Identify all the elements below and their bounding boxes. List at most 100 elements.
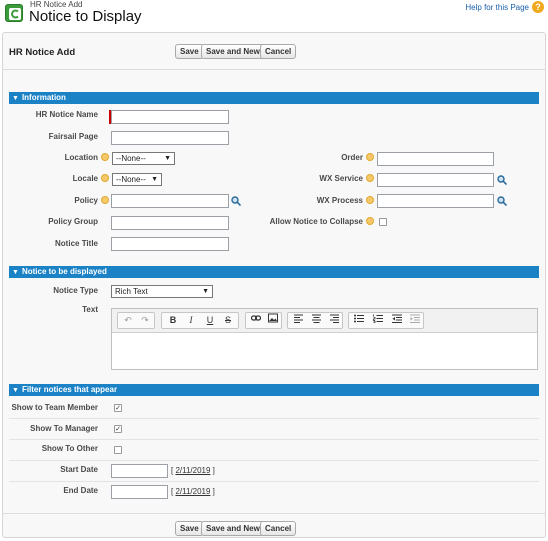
allow-collapse-label: Allow Notice to Collapse — [269, 217, 363, 226]
policy-input[interactable] — [111, 194, 229, 208]
show-other-label: Show To Other — [41, 444, 98, 453]
dropdown-arrow-icon: ▼ — [202, 288, 209, 295]
rich-text-editor[interactable]: ↶ ↷ B I U S — [111, 308, 538, 370]
help-hint-icon[interactable] — [366, 217, 374, 225]
help-link[interactable]: Help for this Page — [465, 3, 529, 12]
help-hint-icon[interactable] — [366, 196, 374, 204]
order-label: Order — [341, 153, 363, 162]
collapse-icon[interactable]: ▼ — [12, 269, 19, 276]
end-date-input[interactable] — [111, 485, 168, 499]
list-group — [348, 312, 424, 329]
align-right-icon[interactable] — [326, 313, 342, 328]
end-date-today-text[interactable]: 2/11/2019 — [175, 487, 210, 496]
cancel-button[interactable]: Cancel — [260, 521, 297, 536]
locale-value: --None-- — [116, 175, 146, 184]
allow-collapse-checkbox[interactable] — [379, 218, 387, 226]
location-label: Location — [64, 153, 98, 162]
show-team-member-label: Show to Team Member — [11, 403, 98, 412]
notice-type-label: Notice Type — [53, 286, 98, 295]
help-icon[interactable]: ? — [532, 1, 544, 13]
editor-body[interactable] — [112, 334, 537, 369]
strikethrough-icon[interactable]: S — [220, 313, 236, 328]
start-date-today-text[interactable]: 2/11/2019 — [175, 466, 210, 475]
locale-select[interactable]: --None-- ▼ — [112, 173, 162, 186]
collapse-icon[interactable]: ▼ — [12, 95, 19, 102]
fairsail-page-input[interactable] — [111, 131, 229, 145]
row-divider — [9, 439, 539, 440]
start-date-label: Start Date — [60, 465, 98, 474]
start-date-input[interactable] — [111, 464, 168, 478]
save-and-new-button[interactable]: Save and New — [201, 44, 265, 59]
section-notice-to-be-displayed[interactable]: ▼ Notice to be displayed — [9, 266, 539, 278]
edit-panel — [2, 32, 546, 538]
save-button[interactable]: Save — [175, 521, 204, 536]
cancel-button[interactable]: Cancel — [260, 44, 297, 59]
help-hint-icon[interactable] — [366, 174, 374, 182]
save-and-new-button[interactable]: Save and New — [201, 521, 265, 536]
notice-type-select[interactable]: Rich Text ▼ — [111, 285, 213, 298]
bulleted-list-icon[interactable] — [351, 313, 367, 328]
help-hint-icon[interactable] — [101, 153, 109, 161]
collapse-icon[interactable]: ▼ — [12, 387, 19, 394]
outdent-icon[interactable] — [389, 313, 405, 328]
redo-icon[interactable]: ↷ — [137, 313, 153, 328]
lookup-icon[interactable] — [497, 196, 507, 206]
panel-divider — [2, 513, 546, 514]
wx-process-label: WX Process — [316, 196, 363, 205]
editor-toolbar: ↶ ↷ B I U S — [112, 309, 537, 333]
insert-group — [245, 312, 282, 329]
help-hint-icon[interactable] — [366, 153, 374, 161]
end-date-today-link[interactable]: [ 2/11/2019 ] — [171, 487, 215, 496]
hr-notice-name-label: HR Notice Name — [35, 110, 98, 119]
help-hint-icon[interactable] — [101, 196, 109, 204]
underline-icon[interactable]: U — [202, 313, 218, 328]
section-title: Information — [21, 93, 66, 102]
notice-type-value: Rich Text — [115, 287, 148, 296]
section-filter-notices[interactable]: ▼ Filter notices that appear — [9, 384, 539, 396]
text-label: Text — [82, 305, 98, 314]
italic-icon[interactable]: I — [183, 313, 199, 328]
undo-icon[interactable]: ↶ — [120, 313, 136, 328]
location-select[interactable]: --None-- ▼ — [112, 152, 175, 165]
hr-notice-name-input[interactable] — [111, 110, 229, 124]
lookup-icon[interactable] — [497, 175, 507, 185]
lookup-icon[interactable] — [231, 196, 241, 206]
align-center-icon[interactable] — [308, 313, 324, 328]
row-divider — [9, 481, 539, 482]
fairsail-page-label: Fairsail Page — [48, 132, 98, 141]
save-button[interactable]: Save — [175, 44, 204, 59]
start-date-today-link[interactable]: [ 2/11/2019 ] — [171, 466, 215, 475]
wx-service-input[interactable] — [377, 173, 494, 187]
help-hint-icon[interactable] — [101, 174, 109, 182]
policy-group-input[interactable] — [111, 216, 229, 230]
end-date-label: End Date — [63, 486, 98, 495]
indent-icon[interactable] — [407, 313, 423, 328]
history-group: ↶ ↷ — [117, 312, 155, 329]
section-title: Notice to be displayed — [21, 267, 107, 276]
locale-label: Locale — [72, 174, 98, 183]
wx-process-input[interactable] — [377, 194, 494, 208]
notice-title-input[interactable] — [111, 237, 229, 251]
section-title: Filter notices that appear — [21, 385, 118, 394]
policy-group-label: Policy Group — [48, 217, 98, 226]
page-title: Notice to Display — [29, 8, 142, 25]
align-left-icon[interactable] — [290, 313, 306, 328]
location-value: --None-- — [116, 154, 146, 163]
panel-divider — [2, 69, 546, 70]
wx-service-label: WX Service — [319, 174, 363, 183]
show-team-member-checkbox[interactable]: ✓ — [114, 404, 122, 412]
bold-icon[interactable]: B — [165, 313, 181, 328]
link-icon[interactable] — [248, 313, 264, 328]
align-group — [287, 312, 343, 329]
order-input[interactable] — [377, 152, 494, 166]
format-group: B I U S — [161, 312, 239, 329]
row-divider — [9, 460, 539, 461]
app-icon — [5, 4, 23, 22]
show-manager-checkbox[interactable]: ✓ — [114, 425, 122, 433]
row-divider — [9, 418, 539, 419]
numbered-list-icon[interactable] — [370, 313, 386, 328]
show-other-checkbox[interactable] — [114, 446, 122, 454]
dropdown-arrow-icon: ▼ — [151, 176, 158, 183]
image-icon[interactable] — [265, 313, 281, 328]
section-information[interactable]: ▼ Information — [9, 92, 539, 104]
